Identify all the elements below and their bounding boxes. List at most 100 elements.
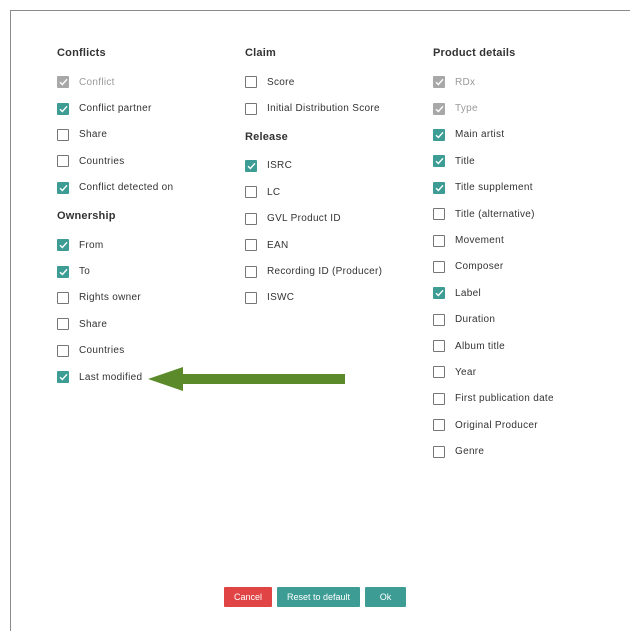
- option-product-details-type[interactable]: Type: [433, 95, 613, 121]
- checkbox[interactable]: [433, 181, 445, 194]
- checkbox[interactable]: [245, 239, 257, 252]
- option-ownership-to[interactable]: To: [57, 258, 227, 284]
- check-icon: [435, 79, 444, 86]
- option-product-details-title-alternative[interactable]: Title (alternative): [433, 201, 613, 227]
- reset-to-default-button[interactable]: Reset to default: [276, 587, 361, 607]
- option-label: Title (alternative): [455, 208, 535, 220]
- option-product-details-first-publication-date[interactable]: First publication date: [433, 386, 613, 412]
- dialog-footer: Cancel Reset to default Ok: [0, 587, 630, 607]
- checkbox[interactable]: [245, 76, 257, 89]
- option-release-lc[interactable]: LC: [245, 179, 425, 205]
- check-icon: [435, 184, 444, 192]
- check-icon: [59, 184, 68, 192]
- checkbox[interactable]: [245, 159, 257, 172]
- option-release-recording-id-producer[interactable]: Recording ID (Producer): [245, 258, 425, 284]
- checkbox[interactable]: [245, 291, 257, 304]
- option-label: Title supplement: [455, 182, 533, 194]
- option-claim-score[interactable]: Score: [245, 69, 425, 95]
- option-label: Composer: [455, 261, 504, 273]
- option-label: Share: [79, 129, 108, 141]
- option-product-details-main-artist[interactable]: Main artist: [433, 122, 613, 148]
- column-right: Product details RDx Type Main artist Title Ti…: [433, 43, 613, 470]
- checkbox: [57, 76, 69, 89]
- option-label: Conflict detected on: [79, 182, 174, 194]
- option-product-details-album-title[interactable]: Album title: [433, 333, 613, 359]
- checkbox[interactable]: [57, 344, 69, 357]
- check-icon: [59, 241, 68, 249]
- option-product-details-title-supplement[interactable]: Title supplement: [433, 175, 613, 201]
- option-conflicts-conflict-detected-on[interactable]: Conflict detected on: [57, 175, 227, 201]
- checkbox[interactable]: [433, 419, 445, 432]
- option-ownership-rights-owner[interactable]: Rights owner: [57, 285, 227, 311]
- checkbox[interactable]: [57, 181, 69, 194]
- option-ownership-share[interactable]: Share: [57, 311, 227, 337]
- option-label: Conflict partner: [79, 103, 152, 115]
- check-icon: [435, 105, 444, 113]
- checkbox[interactable]: [57, 371, 69, 384]
- checkbox[interactable]: [57, 239, 69, 252]
- option-conflicts-share[interactable]: Share: [57, 122, 227, 148]
- option-release-isrc[interactable]: ISRC: [245, 153, 425, 179]
- option-label: Conflict: [79, 76, 115, 88]
- option-ownership-from[interactable]: From: [57, 232, 227, 258]
- checkbox[interactable]: [245, 102, 257, 115]
- checkbox[interactable]: [433, 392, 445, 405]
- checkbox[interactable]: [433, 128, 445, 141]
- checkbox: [433, 102, 445, 115]
- option-label: EAN: [267, 239, 289, 251]
- group-heading: Ownership: [57, 209, 116, 222]
- checkbox[interactable]: [245, 186, 257, 199]
- checkbox[interactable]: [57, 155, 69, 168]
- checkbox[interactable]: [245, 212, 257, 225]
- checkbox[interactable]: [433, 234, 445, 247]
- option-ownership-countries[interactable]: Countries: [57, 338, 227, 364]
- checkbox[interactable]: [433, 366, 445, 379]
- option-product-details-rdx[interactable]: RDx: [433, 69, 613, 95]
- ok-button[interactable]: Ok: [365, 587, 407, 607]
- option-label: Countries: [79, 345, 125, 357]
- checkbox[interactable]: [57, 291, 69, 304]
- checkbox[interactable]: [57, 318, 69, 331]
- checkbox[interactable]: [433, 287, 445, 300]
- option-product-details-original-producer[interactable]: Original Producer: [433, 412, 613, 438]
- checkbox[interactable]: [245, 265, 257, 278]
- option-label: Genre: [455, 446, 485, 458]
- cancel-button[interactable]: Cancel: [223, 587, 272, 607]
- column-left: Conflicts Conflict Conflict partner Share Co…: [57, 43, 227, 395]
- option-label: Initial Distribution Score: [267, 103, 380, 115]
- option-product-details-duration[interactable]: Duration: [433, 307, 613, 333]
- option-release-iswc[interactable]: ISWC: [245, 285, 425, 311]
- checkbox[interactable]: [433, 445, 445, 458]
- check-icon: [59, 79, 68, 86]
- checkbox[interactable]: [433, 313, 445, 326]
- option-label: LC: [267, 186, 281, 198]
- option-product-details-title[interactable]: Title: [433, 148, 613, 174]
- option-label: Recording ID (Producer): [267, 266, 383, 278]
- option-conflicts-conflict[interactable]: Conflict: [57, 69, 227, 95]
- group-heading: Claim: [245, 47, 276, 59]
- checkbox[interactable]: [433, 260, 445, 273]
- check-icon: [59, 105, 68, 113]
- option-product-details-label[interactable]: Label: [433, 280, 613, 306]
- option-claim-initial-distribution-score[interactable]: Initial Distribution Score: [245, 95, 425, 121]
- option-label: Movement: [455, 235, 505, 247]
- checkbox[interactable]: [433, 208, 445, 221]
- checkbox[interactable]: [57, 102, 69, 115]
- option-label: ISRC: [267, 160, 293, 172]
- checkbox[interactable]: [57, 128, 69, 141]
- group-conflicts: Conflicts Conflict Conflict partner Share Co…: [57, 43, 227, 201]
- checkbox[interactable]: [57, 265, 69, 278]
- option-product-details-genre[interactable]: Genre: [433, 438, 613, 464]
- checkbox[interactable]: [433, 155, 445, 168]
- option-conflicts-conflict-partner[interactable]: Conflict partner: [57, 95, 227, 121]
- option-product-details-composer[interactable]: Composer: [433, 254, 613, 280]
- option-label: GVL Product ID: [267, 213, 341, 225]
- check-icon: [435, 131, 444, 139]
- option-label: Score: [267, 76, 295, 88]
- checkbox[interactable]: [433, 340, 445, 353]
- option-conflicts-countries[interactable]: Countries: [57, 148, 227, 174]
- option-release-ean[interactable]: EAN: [245, 232, 425, 258]
- option-release-gvl-product-id[interactable]: GVL Product ID: [245, 206, 425, 232]
- option-product-details-year[interactable]: Year: [433, 359, 613, 385]
- option-product-details-movement[interactable]: Movement: [433, 227, 613, 253]
